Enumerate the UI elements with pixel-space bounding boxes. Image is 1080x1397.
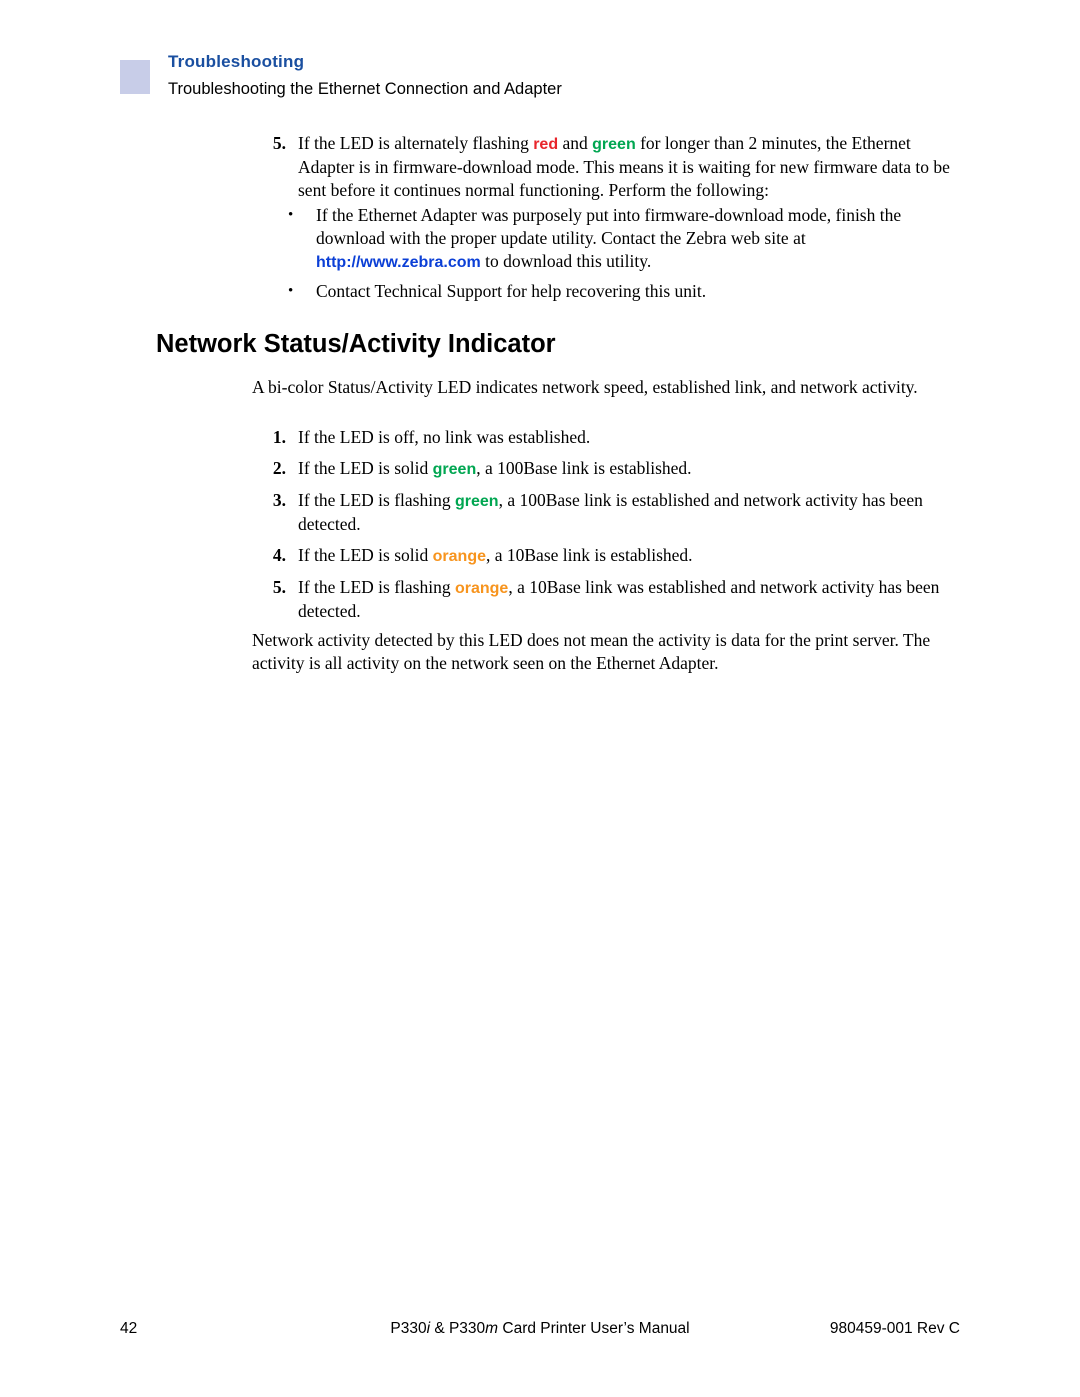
list-text: If the LED is flashing green, a 100Base …	[298, 489, 958, 536]
list-text: If the LED is flashing orange, a 10Base …	[298, 576, 958, 623]
list-text: If the LED is solid orange, a 10Base lin…	[298, 544, 958, 568]
bullet-text: Contact Technical Support for help recov…	[316, 280, 956, 303]
color-word-green: green	[592, 136, 636, 153]
color-word-green: green	[454, 493, 499, 510]
text-segment-b: and	[558, 133, 593, 153]
list-item: • Contact Technical Support for help rec…	[288, 280, 968, 303]
list-text: If the LED is alternately flashing red a…	[298, 132, 958, 202]
document-page: Troubleshooting Troubleshooting the Ethe…	[0, 0, 1080, 1397]
list-item: 3. If the LED is flashing green, a 100Ba…	[258, 489, 958, 536]
text-segment-a: If the LED is flashing	[298, 577, 455, 597]
list-item: 2. If the LED is solid green, a 100Base …	[258, 457, 958, 481]
footer-part-number: 980459-001 Rev C	[830, 1320, 960, 1338]
bullet-marker: •	[288, 283, 294, 299]
footer-model-b: & P330	[430, 1320, 486, 1337]
list-item: 5. If the LED is flashing orange, a 10Ba…	[258, 576, 958, 623]
footer-revision: Rev C	[912, 1320, 960, 1337]
footer-model-m: m	[485, 1320, 499, 1337]
list-text: If the LED is solid green, a 100Base lin…	[298, 457, 958, 481]
zebra-website-link[interactable]: http://www.zebra.com	[316, 254, 481, 271]
list-marker: 2.	[272, 458, 286, 478]
text-segment-a: Contact Technical Support for help recov…	[316, 281, 707, 301]
footer-model-c: Card Printer User’s Manual	[498, 1320, 690, 1337]
bullet-list: • If the Ethernet Adapter was purposely …	[288, 204, 968, 303]
text-segment-b: , a 10Base link is established.	[485, 545, 693, 565]
text-segment-a: If the LED is solid	[298, 458, 433, 478]
list-marker: 5.	[272, 133, 286, 153]
list-item: 4. If the LED is solid orange, a 10Base …	[258, 544, 958, 568]
header-title: Troubleshooting	[168, 52, 305, 71]
page-footer: 42 P330i & P330m Card Printer User’s Man…	[0, 1320, 1080, 1360]
header-subtitle: Troubleshooting the Ethernet Connection …	[168, 80, 562, 98]
bullet-text: If the Ethernet Adapter was purposely pu…	[316, 204, 956, 274]
list-marker: 3.	[272, 490, 286, 510]
closing-paragraph: Network activity detected by this LED do…	[252, 630, 931, 673]
intro-paragraph: A bi-color Status/Activity LED indicates…	[252, 377, 918, 397]
bullet-marker: •	[288, 207, 294, 223]
color-word-orange: orange	[454, 580, 509, 597]
color-word-red: red	[533, 136, 559, 153]
text-segment-a: If the LED is off, no link was establish…	[298, 427, 591, 447]
color-word-orange: orange	[432, 548, 486, 565]
section-heading: Network Status/Activity Indicator	[156, 330, 556, 358]
text-segment-b: , a 100Base link is established.	[476, 458, 692, 478]
text-segment-a: If the Ethernet Adapter was purposely pu…	[316, 205, 902, 248]
list-marker: 5.	[272, 577, 286, 597]
numbered-item-5: 5. If the LED is alternately flashing re…	[258, 132, 958, 202]
footer-model-a: P330	[390, 1320, 427, 1337]
text-segment-b: to download this utility.	[480, 251, 652, 271]
list-marker: 1.	[272, 427, 286, 447]
led-status-list: 1. If the LED is off, no link was establ…	[258, 426, 958, 631]
list-item: 1. If the LED is off, no link was establ…	[258, 426, 958, 449]
list-item: • If the Ethernet Adapter was purposely …	[288, 204, 968, 274]
header-accent-bar	[120, 60, 150, 94]
text-segment-a: If the LED is alternately flashing	[298, 133, 534, 153]
color-word-green: green	[432, 461, 477, 478]
list-text: If the LED is off, no link was establish…	[298, 426, 958, 449]
footer-partnum-value: 980459-001	[829, 1320, 913, 1337]
text-segment-a: If the LED is flashing	[298, 490, 455, 510]
list-marker: 4.	[272, 545, 286, 565]
text-segment-a: If the LED is solid	[298, 545, 433, 565]
